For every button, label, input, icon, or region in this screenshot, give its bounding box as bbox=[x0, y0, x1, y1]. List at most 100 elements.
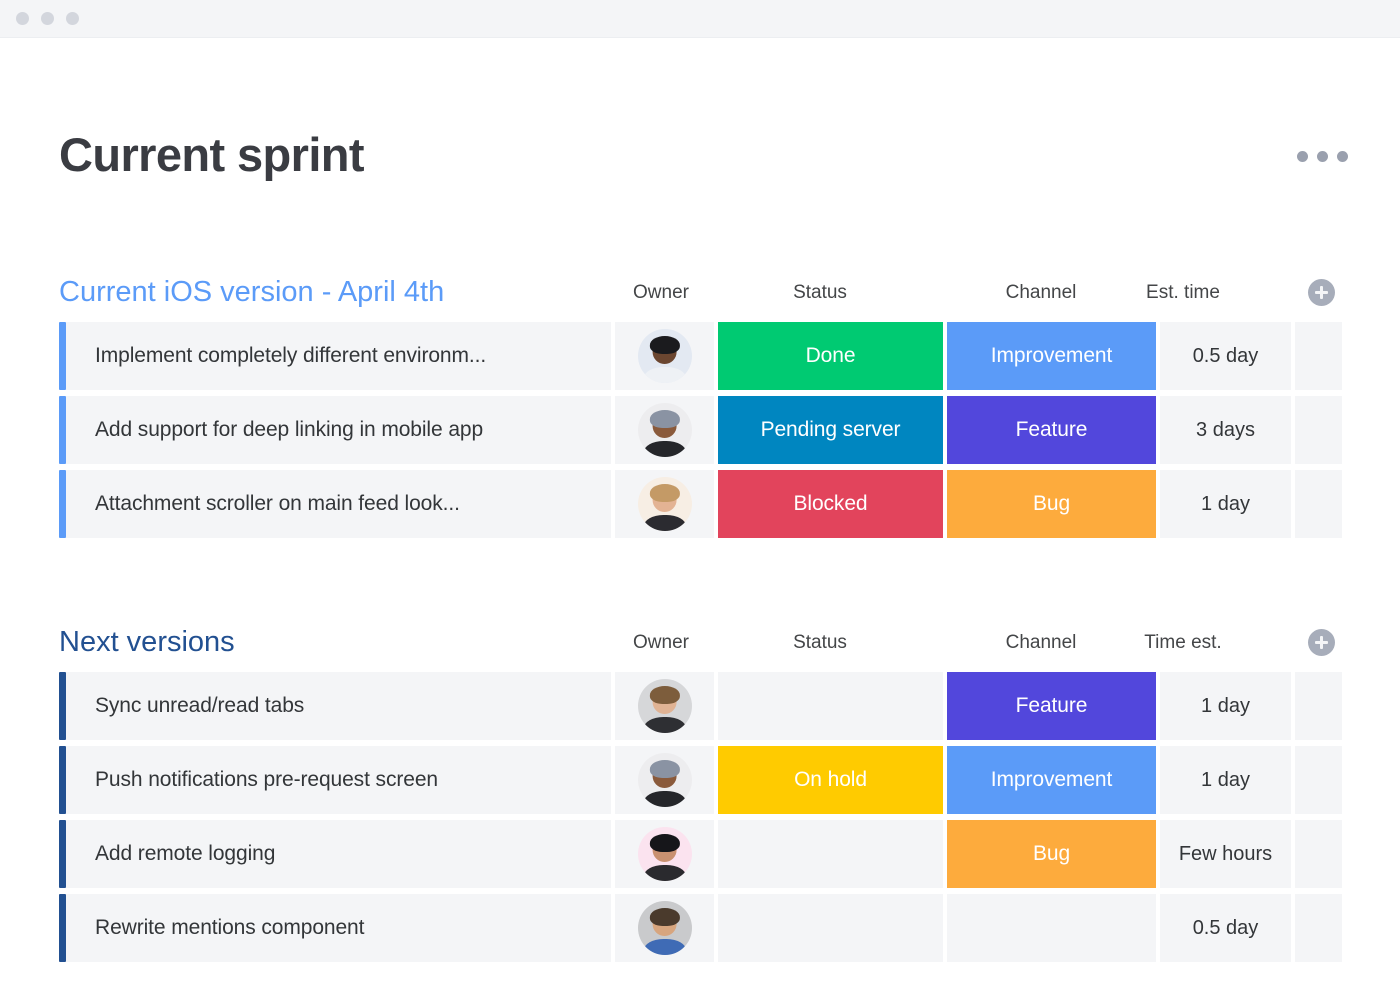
group-rows: Implement completely different environm.… bbox=[59, 322, 1349, 538]
board-group-2: Next versions Owner Status Channel Time est.… bbox=[59, 624, 1349, 968]
column-header-channel[interactable]: Channel bbox=[961, 281, 1121, 305]
avatar-man-long-hair[interactable] bbox=[637, 901, 692, 955]
column-header-time-est[interactable]: Time est. bbox=[1103, 631, 1263, 655]
channel-cell[interactable]: Feature bbox=[947, 396, 1156, 464]
status-cell[interactable]: Blocked bbox=[718, 470, 943, 538]
status-badge[interactable]: Done bbox=[718, 322, 943, 390]
board-group-1: Current iOS version - April 4th Owner Stat… bbox=[59, 274, 1349, 544]
status-cell[interactable] bbox=[718, 672, 943, 740]
time-estimate-cell[interactable]: Few hours bbox=[1160, 820, 1291, 888]
time-estimate-cell[interactable]: 0.5 day bbox=[1160, 322, 1291, 390]
status-cell[interactable]: Done bbox=[718, 322, 943, 390]
table-row[interactable]: Sync unread/read tabs Feature 1 day bbox=[59, 672, 1349, 740]
owner-cell[interactable] bbox=[615, 894, 714, 962]
table-row[interactable]: Push notifications pre-request screen On … bbox=[59, 746, 1349, 814]
table-row[interactable]: Implement completely different environm.… bbox=[59, 322, 1349, 390]
row-accent-bar bbox=[59, 746, 66, 814]
kebab-menu-icon[interactable] bbox=[1297, 151, 1348, 162]
task-name-cell[interactable]: Attachment scroller on main feed look... bbox=[66, 470, 611, 538]
time-estimate-cell[interactable]: 1 day bbox=[1160, 746, 1291, 814]
channel-cell[interactable]: Bug bbox=[947, 820, 1156, 888]
group-rows: Sync unread/read tabs Feature 1 day Push no… bbox=[59, 672, 1349, 962]
empty-cell[interactable] bbox=[1295, 672, 1342, 740]
column-header-status[interactable]: Status bbox=[740, 281, 900, 305]
status-badge[interactable]: On hold bbox=[718, 746, 943, 814]
avatar-body bbox=[643, 440, 686, 457]
column-header-channel[interactable]: Channel bbox=[961, 631, 1121, 655]
status-cell[interactable] bbox=[718, 820, 943, 888]
empty-cell[interactable] bbox=[1295, 322, 1342, 390]
task-name-cell[interactable]: Rewrite mentions component bbox=[66, 894, 611, 962]
kebab-dot-1 bbox=[1297, 151, 1308, 162]
avatar-hair bbox=[649, 484, 680, 503]
channel-cell[interactable]: Improvement bbox=[947, 746, 1156, 814]
add-column-button[interactable] bbox=[1308, 629, 1335, 656]
task-name-cell[interactable]: Sync unread/read tabs bbox=[66, 672, 611, 740]
owner-cell[interactable] bbox=[615, 322, 714, 390]
time-estimate-cell[interactable]: 1 day bbox=[1160, 470, 1291, 538]
column-header-status[interactable]: Status bbox=[740, 631, 900, 655]
add-column-button[interactable] bbox=[1308, 279, 1335, 306]
table-row[interactable]: Add remote logging Bug Few hours bbox=[59, 820, 1349, 888]
channel-badge[interactable]: Bug bbox=[947, 470, 1156, 538]
avatar-body bbox=[643, 790, 686, 807]
avatar-man-short-hair[interactable] bbox=[637, 679, 692, 733]
owner-cell[interactable] bbox=[615, 470, 714, 538]
channel-cell[interactable]: Bug bbox=[947, 470, 1156, 538]
maximize-dot[interactable] bbox=[66, 12, 79, 25]
channel-badge[interactable]: Bug bbox=[947, 820, 1156, 888]
status-badge[interactable]: Blocked bbox=[718, 470, 943, 538]
window-titlebar bbox=[0, 0, 1400, 38]
empty-cell[interactable] bbox=[1295, 470, 1342, 538]
status-cell[interactable]: Pending server bbox=[718, 396, 943, 464]
owner-cell[interactable] bbox=[615, 820, 714, 888]
time-estimate-cell[interactable]: 3 days bbox=[1160, 396, 1291, 464]
kebab-dot-3 bbox=[1337, 151, 1348, 162]
avatar-hair bbox=[649, 908, 680, 927]
owner-cell[interactable] bbox=[615, 746, 714, 814]
column-header-owner[interactable]: Owner bbox=[581, 631, 741, 655]
task-name-cell[interactable]: Implement completely different environm.… bbox=[66, 322, 611, 390]
page-title: Current sprint bbox=[59, 128, 365, 181]
group-header: Current iOS version - April 4th Owner Stat… bbox=[59, 274, 1349, 322]
owner-cell[interactable] bbox=[615, 396, 714, 464]
task-name-cell[interactable]: Add remote logging bbox=[66, 820, 611, 888]
group-title[interactable]: Current iOS version - April 4th bbox=[59, 274, 444, 310]
table-row[interactable]: Rewrite mentions component 0.5 day bbox=[59, 894, 1349, 962]
avatar-woman-blonde[interactable] bbox=[637, 477, 692, 531]
table-row[interactable]: Attachment scroller on main feed look...… bbox=[59, 470, 1349, 538]
avatar-woman-dark-hair[interactable] bbox=[637, 827, 692, 881]
table-row[interactable]: Add support for deep linking in mobile a… bbox=[59, 396, 1349, 464]
task-name-cell[interactable]: Push notifications pre-request screen bbox=[66, 746, 611, 814]
channel-cell[interactable]: Improvement bbox=[947, 322, 1156, 390]
channel-cell[interactable] bbox=[947, 894, 1156, 962]
column-header-owner[interactable]: Owner bbox=[581, 281, 741, 305]
time-estimate-cell[interactable]: 1 day bbox=[1160, 672, 1291, 740]
group-title[interactable]: Next versions bbox=[59, 624, 235, 660]
avatar-hair bbox=[649, 410, 680, 429]
avatar-man-beanie[interactable] bbox=[637, 753, 692, 807]
owner-cell[interactable] bbox=[615, 672, 714, 740]
window-controls bbox=[16, 12, 79, 25]
row-accent-bar bbox=[59, 820, 66, 888]
task-name-cell[interactable]: Add support for deep linking in mobile a… bbox=[66, 396, 611, 464]
empty-cell[interactable] bbox=[1295, 820, 1342, 888]
status-badge[interactable]: Pending server bbox=[718, 396, 943, 464]
empty-cell[interactable] bbox=[1295, 894, 1342, 962]
status-cell[interactable]: On hold bbox=[718, 746, 943, 814]
row-accent-bar bbox=[59, 322, 66, 390]
time-estimate-cell[interactable]: 0.5 day bbox=[1160, 894, 1291, 962]
empty-cell[interactable] bbox=[1295, 746, 1342, 814]
column-header-est-time[interactable]: Est. time bbox=[1103, 281, 1263, 305]
avatar-man-beanie[interactable] bbox=[637, 403, 692, 457]
status-cell[interactable] bbox=[718, 894, 943, 962]
close-dot[interactable] bbox=[16, 12, 29, 25]
empty-cell[interactable] bbox=[1295, 396, 1342, 464]
channel-badge[interactable]: Improvement bbox=[947, 322, 1156, 390]
channel-badge[interactable]: Improvement bbox=[947, 746, 1156, 814]
channel-cell[interactable]: Feature bbox=[947, 672, 1156, 740]
channel-badge[interactable]: Feature bbox=[947, 396, 1156, 464]
avatar-woman-glasses[interactable] bbox=[637, 329, 692, 383]
channel-badge[interactable]: Feature bbox=[947, 672, 1156, 740]
minimize-dot[interactable] bbox=[41, 12, 54, 25]
